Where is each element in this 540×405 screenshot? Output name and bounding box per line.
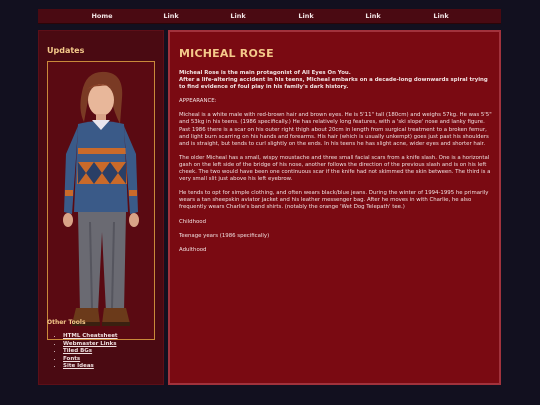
intro-line-1: Micheal Rose is the main protagonist of … bbox=[179, 70, 351, 76]
section-childhood: Childhood bbox=[179, 218, 207, 225]
tool-link-tiled-bgs[interactable]: Tiled BGs bbox=[63, 348, 118, 356]
tools-list: HTML Cheatsheet Webmaster Links Tiled BG… bbox=[53, 333, 118, 371]
nav-link-3[interactable]: Link bbox=[286, 9, 326, 23]
section-teenage-years: Teenage years (1986 specifically) bbox=[179, 232, 270, 239]
appearance-heading: APPEARANCE: bbox=[179, 98, 217, 105]
character-portrait bbox=[47, 61, 155, 340]
intro-text: Micheal Rose is the main protagonist of … bbox=[179, 70, 493, 91]
nav-link-1[interactable]: Link bbox=[151, 9, 191, 23]
updates-heading: Updates bbox=[47, 46, 85, 55]
appearance-paragraph-2: The older Micheal has a small, wispy mou… bbox=[179, 154, 491, 183]
nav-home-link[interactable]: Home bbox=[82, 9, 122, 23]
main-content: MICHEAL ROSE Micheal Rose is the main pr… bbox=[168, 30, 501, 385]
page-title: MICHEAL ROSE bbox=[179, 47, 274, 60]
nav-link-2[interactable]: Link bbox=[218, 9, 258, 23]
nav-link-4[interactable]: Link bbox=[353, 9, 393, 23]
top-nav-bar: Home Link Link Link Link Link bbox=[38, 9, 501, 24]
intro-line-2: After a life-altering accident in his te… bbox=[179, 77, 488, 91]
character-portrait-image bbox=[63, 71, 139, 326]
sidebar: Updates Other Tools • HTML Cheatsheet • … bbox=[38, 30, 164, 385]
tool-link-site-ideas[interactable]: Site Ideas bbox=[63, 363, 118, 371]
tool-link-webmaster-links[interactable]: Webmaster Links bbox=[63, 341, 118, 349]
section-adulthood: Adulthood bbox=[179, 246, 207, 253]
appearance-paragraph-1: Micheal is a white male with red-brown h… bbox=[179, 112, 492, 147]
tool-link-fonts[interactable]: Fonts bbox=[63, 356, 118, 364]
nav-link-5[interactable]: Link bbox=[421, 9, 461, 23]
main-body: Micheal Rose is the main protagonist of … bbox=[179, 70, 493, 261]
appearance-paragraph-3: He tends to opt for simple clothing, and… bbox=[179, 190, 489, 211]
tool-link-html-cheatsheet[interactable]: HTML Cheatsheet bbox=[63, 333, 118, 341]
other-tools-heading: Other Tools bbox=[47, 319, 86, 326]
